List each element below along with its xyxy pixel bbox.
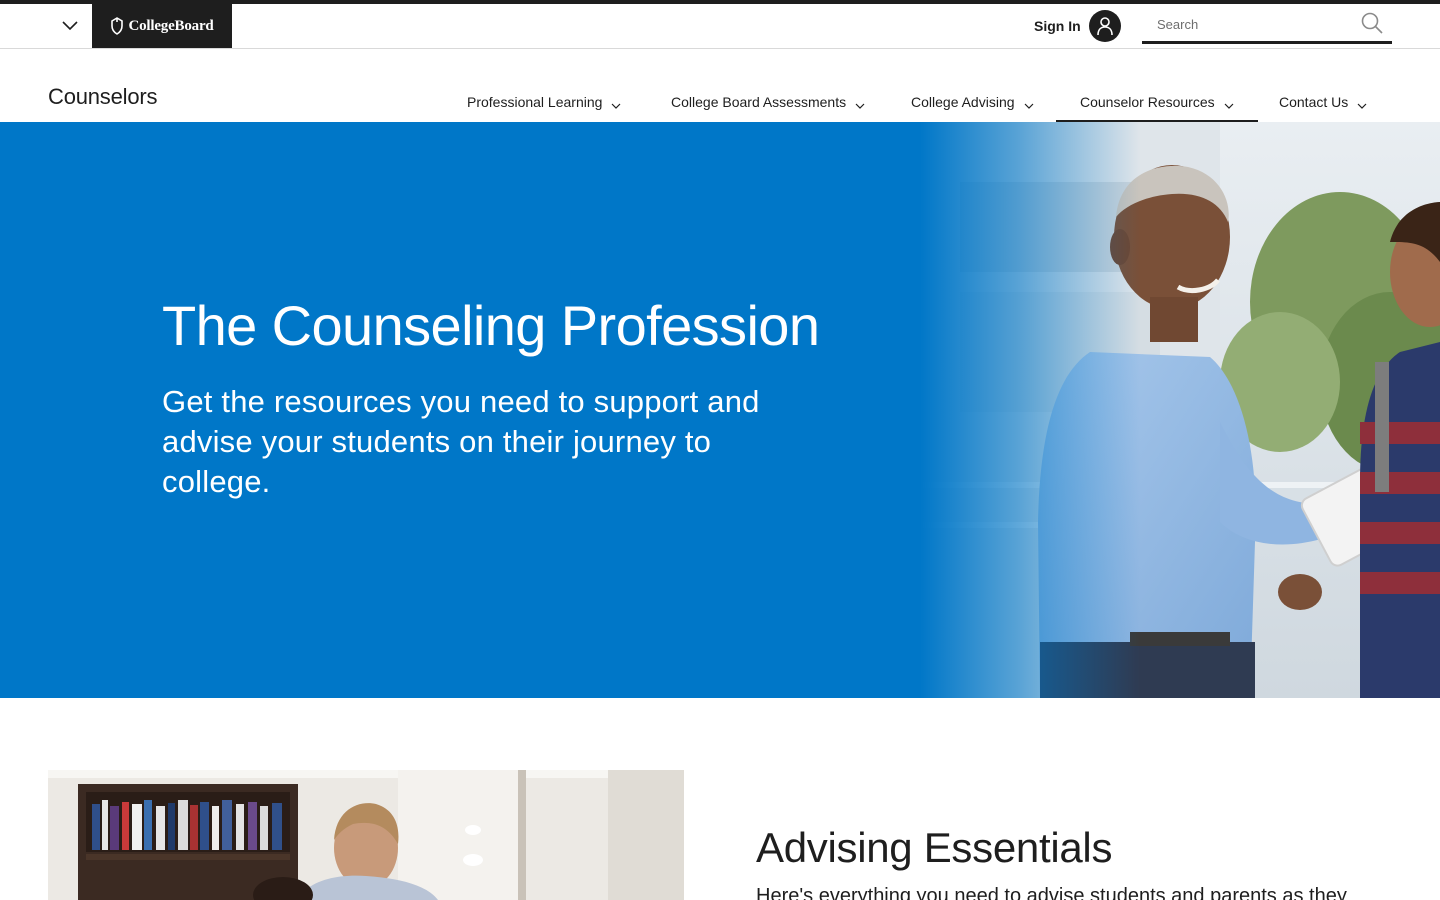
chevron-down-icon <box>611 103 621 109</box>
global-header: CollegeBoard Sign In <box>0 4 1440 49</box>
search-box <box>1142 4 1392 44</box>
hero-title: The Counseling Profession <box>162 294 820 357</box>
search-input[interactable] <box>1142 4 1352 44</box>
nav-label: Counselor Resources <box>1080 94 1215 110</box>
section-title: Advising Essentials <box>756 824 1113 871</box>
photo-library-scene <box>48 770 684 900</box>
logo-wordmark: CollegeBoard <box>128 17 214 34</box>
nav-college-advising[interactable]: College Advising <box>911 49 1034 122</box>
nav-college-board-assessments[interactable]: College Board Assessments <box>671 49 865 122</box>
nav-professional-learning[interactable]: Professional Learning <box>467 49 621 122</box>
hero-gradient-overlay <box>920 122 1140 698</box>
global-menu-toggle[interactable] <box>48 4 92 48</box>
user-avatar-icon <box>1088 10 1121 42</box>
advising-essentials-photo <box>48 770 684 900</box>
chevron-down-icon <box>62 21 78 31</box>
sign-in-label: Sign In <box>1034 18 1081 34</box>
nav-contact-us[interactable]: Contact Us <box>1279 49 1367 122</box>
site-title[interactable]: Counselors <box>48 84 157 110</box>
nav-label: Contact Us <box>1279 94 1349 110</box>
nav-counselor-resources[interactable]: Counselor Resources <box>1056 49 1258 122</box>
nav-label: College Board Assessments <box>671 94 847 110</box>
chevron-down-icon <box>1357 103 1367 109</box>
hero-subtitle: Get the resources you need to support an… <box>162 384 760 499</box>
search-icon[interactable] <box>1360 11 1384 35</box>
section-text: Here's everything you need to advise stu… <box>756 885 1347 900</box>
hero-banner: The Counseling Profession Get the resour… <box>0 122 1440 698</box>
collegeboard-logo[interactable]: CollegeBoard <box>92 4 232 48</box>
chevron-down-icon <box>855 103 865 109</box>
nav-label: Professional Learning <box>467 94 603 110</box>
local-nav: Counselors Professional Learning College… <box>0 49 1440 122</box>
chevron-down-icon <box>1224 103 1234 109</box>
sign-in-button[interactable]: Sign In <box>1034 4 1121 48</box>
chevron-down-icon <box>1024 103 1033 109</box>
acorn-shield-icon <box>111 17 124 35</box>
nav-label: College Advising <box>911 94 1015 110</box>
